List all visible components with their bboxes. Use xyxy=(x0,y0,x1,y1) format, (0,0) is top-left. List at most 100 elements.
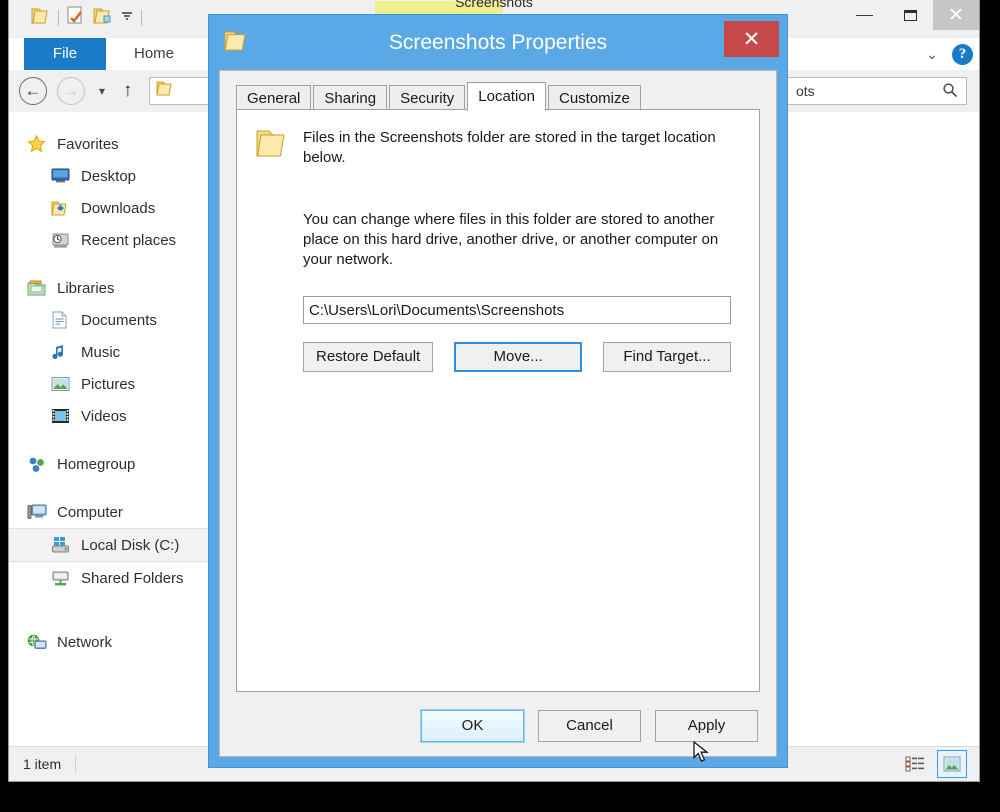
sidebar-label: Recent places xyxy=(81,231,177,249)
find-target-button[interactable]: Find Target... xyxy=(603,342,731,372)
downloads-icon xyxy=(51,200,73,217)
restore-default-button[interactable]: Restore Default xyxy=(303,342,434,372)
large-icons-view-button[interactable] xyxy=(937,750,967,778)
sidebar-item-pictures[interactable]: Pictures xyxy=(9,368,231,400)
location-paragraph-2: You can change where files in this folde… xyxy=(303,211,719,268)
sidebar-item-libraries[interactable]: Libraries xyxy=(9,272,231,304)
sidebar-label: Homegroup xyxy=(57,455,136,473)
collapse-ribbon-icon[interactable]: ⌄ xyxy=(926,46,938,63)
properties-icon[interactable] xyxy=(66,6,86,30)
sidebar-item-shared-folders[interactable]: Shared Folders xyxy=(9,562,231,594)
cancel-button[interactable]: Cancel xyxy=(538,710,641,742)
tab-location[interactable]: Location xyxy=(467,82,546,111)
sidebar-label: Documents xyxy=(81,311,157,329)
pictures-icon xyxy=(51,376,73,392)
tab-security[interactable]: Security xyxy=(389,85,466,110)
up-button[interactable]: ↑ xyxy=(123,80,133,102)
sidebar-item-music[interactable]: Music xyxy=(9,336,231,368)
sidebar-label: Libraries xyxy=(57,279,115,297)
location-paragraph-1: Files in the Screenshots folder are stor… xyxy=(303,129,716,166)
new-folder-icon[interactable] xyxy=(93,7,113,30)
forward-button[interactable]: → xyxy=(57,77,85,105)
tab-file[interactable]: File xyxy=(24,38,106,70)
tab-customize[interactable]: Customize xyxy=(547,85,641,110)
sidebar-item-desktop[interactable]: Desktop xyxy=(9,160,231,192)
recent-places-icon xyxy=(51,232,73,249)
documents-icon xyxy=(51,311,73,329)
tab-home[interactable]: Home xyxy=(106,38,202,70)
back-button[interactable]: ← xyxy=(19,77,47,105)
window-controls: ✕ xyxy=(841,0,979,30)
explorer-window-title: Screenshots xyxy=(455,0,533,10)
close-icon[interactable]: ✕ xyxy=(724,21,779,57)
tab-sharing[interactable]: Sharing xyxy=(313,85,388,110)
search-text: ots xyxy=(796,83,815,99)
folder-icon xyxy=(255,128,289,168)
target-path-input[interactable]: C:\Users\Lori\Documents\Screenshots xyxy=(303,296,731,324)
sidebar-item-videos[interactable]: Videos xyxy=(9,400,231,432)
sidebar-item-network[interactable]: Network xyxy=(9,626,231,658)
sidebar-item-downloads[interactable]: Downloads xyxy=(9,192,231,224)
qat-separator xyxy=(58,10,59,26)
apply-button[interactable]: Apply xyxy=(655,710,758,742)
sidebar-label: Shared Folders xyxy=(81,569,184,587)
sidebar-label: Music xyxy=(81,343,121,361)
desktop-backdrop xyxy=(0,782,1000,812)
videos-icon xyxy=(51,408,73,424)
music-icon xyxy=(51,343,73,361)
status-separator xyxy=(75,755,77,773)
sidebar-label: Network xyxy=(57,633,113,651)
dialog-footer-buttons: OK Cancel Apply xyxy=(420,709,758,743)
move-button[interactable]: Move... xyxy=(454,342,583,372)
help-icon[interactable]: ? xyxy=(952,43,973,65)
dialog-tabstrip: General Sharing Security Location Custom… xyxy=(236,82,760,111)
sidebar-item-documents[interactable]: Documents xyxy=(9,304,231,336)
properties-dialog: Screenshots Properties ✕ General Sharing… xyxy=(208,14,788,768)
dialog-content: General Sharing Security Location Custom… xyxy=(219,70,777,757)
shared-folders-icon xyxy=(51,570,73,587)
minimize-button[interactable] xyxy=(841,0,887,30)
dialog-titlebar: Screenshots Properties ✕ xyxy=(209,15,787,70)
ribbon-right-controls: ⌄ ? xyxy=(926,38,973,70)
sidebar-label: Favorites xyxy=(57,135,119,153)
sidebar-label: Computer xyxy=(57,503,123,521)
folder-icon[interactable] xyxy=(31,7,51,30)
sidebar-label: Desktop xyxy=(81,167,137,185)
sidebar-label: Downloads xyxy=(81,199,156,217)
qat-separator-2 xyxy=(141,10,142,26)
description-row: Files in the Screenshots folder are stor… xyxy=(255,128,735,168)
quick-access-toolbar xyxy=(31,6,142,30)
sidebar-item-recent-places[interactable]: Recent places xyxy=(9,224,231,256)
sidebar-item-computer[interactable]: Computer xyxy=(9,496,231,528)
network-icon xyxy=(27,634,49,651)
ok-button[interactable]: OK xyxy=(420,709,525,743)
navigation-pane: Favorites Desktop Downloads Recent place… xyxy=(9,112,231,747)
computer-icon xyxy=(27,504,49,521)
location-tab-panel: Files in the Screenshots folder are stor… xyxy=(236,109,760,692)
item-count-label: 1 item xyxy=(23,756,62,772)
chevron-down-icon[interactable] xyxy=(120,9,134,27)
libraries-icon xyxy=(27,280,49,297)
sidebar-item-favorites[interactable]: Favorites xyxy=(9,128,231,160)
local-disk-icon xyxy=(51,536,73,554)
recent-locations-icon[interactable]: ▾ xyxy=(99,84,105,98)
maximize-button[interactable] xyxy=(887,0,933,30)
dialog-title: Screenshots Properties xyxy=(388,31,608,54)
location-button-row: Restore Default Move... Find Target... xyxy=(303,342,731,372)
sidebar-label: Videos xyxy=(81,407,127,425)
details-view-button[interactable] xyxy=(901,751,929,777)
screen: Screenshots ✕ File Home ⌄ ? ← → ▾ ↑ ots … xyxy=(0,0,1000,812)
sidebar-item-local-disk-c[interactable]: Local Disk (C:) xyxy=(9,528,231,562)
sidebar-label: Local Disk (C:) xyxy=(81,536,180,554)
view-buttons xyxy=(901,750,967,778)
breadcrumb-folder-icon xyxy=(155,80,175,102)
sidebar-label: Pictures xyxy=(81,375,136,393)
sidebar-item-homegroup[interactable]: Homegroup xyxy=(9,448,231,480)
tab-general[interactable]: General xyxy=(236,85,312,110)
search-input[interactable]: ots xyxy=(787,77,967,105)
desktop-icon xyxy=(51,168,73,184)
star-icon xyxy=(27,134,49,154)
homegroup-icon xyxy=(27,455,49,474)
close-button[interactable]: ✕ xyxy=(933,0,979,30)
search-icon[interactable] xyxy=(942,82,958,101)
